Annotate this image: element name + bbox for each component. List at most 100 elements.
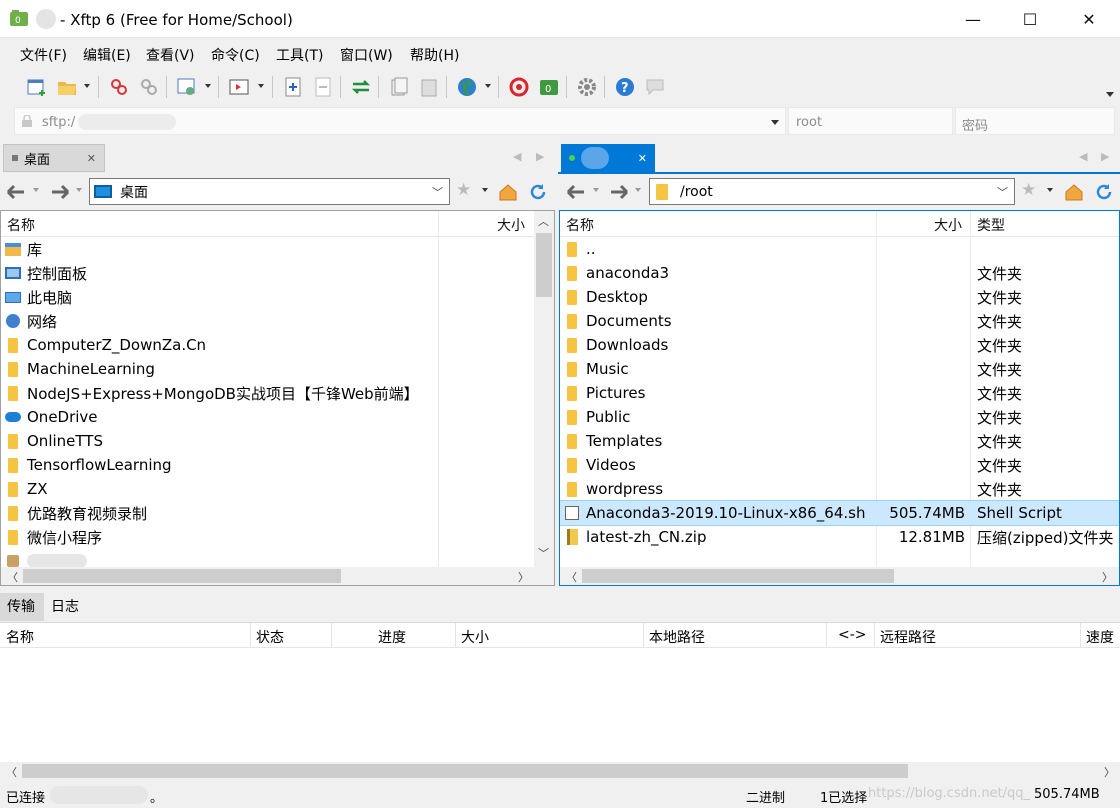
file-row[interactable]: Desktop 文件夹 bbox=[560, 285, 1119, 309]
remote-hscroll-thumb[interactable] bbox=[582, 569, 894, 583]
back-arrow-icon[interactable] bbox=[6, 182, 26, 202]
tab-close-icon[interactable]: ✕ bbox=[638, 152, 647, 165]
file-row[interactable]: anaconda3 文件夹 bbox=[560, 261, 1119, 285]
connect-icon[interactable] bbox=[108, 76, 130, 98]
toolbar-overflow-icon[interactable] bbox=[1106, 92, 1114, 97]
scroll-down-icon[interactable]: ﹀ bbox=[538, 545, 549, 561]
file-row[interactable]: 微信小程序 bbox=[1, 525, 534, 549]
file-row[interactable]: Pictures 文件夹 bbox=[560, 381, 1119, 405]
scroll-right-icon[interactable]: 〉 bbox=[518, 569, 529, 585]
xshell-icon[interactable] bbox=[508, 76, 530, 98]
column-size[interactable]: 大小 bbox=[497, 215, 525, 235]
scroll-right-icon[interactable]: 〉 bbox=[1104, 764, 1115, 780]
transfer-hscroll-thumb[interactable] bbox=[22, 764, 908, 778]
menu-file[interactable]: 文件(F) bbox=[20, 45, 67, 65]
file-row[interactable]: NodeJS+Express+MongoDB实战项目【千锋Web前端】 bbox=[1, 381, 534, 405]
column-size[interactable]: 大小 bbox=[934, 215, 962, 235]
file-row[interactable]: 网络 bbox=[1, 309, 534, 333]
close-button[interactable]: ✕ bbox=[1066, 0, 1112, 38]
menu-edit[interactable]: 编辑(E) bbox=[83, 45, 131, 65]
back-arrow-icon[interactable] bbox=[566, 182, 586, 202]
column-name[interactable]: 名称 bbox=[7, 215, 35, 235]
menu-tools[interactable]: 工具(T) bbox=[276, 45, 323, 65]
forward-arrow-icon[interactable] bbox=[609, 182, 629, 202]
globe-icon[interactable] bbox=[456, 76, 478, 98]
menu-command[interactable]: 命令(C) bbox=[211, 45, 260, 65]
column-name[interactable]: 名称 bbox=[6, 627, 34, 647]
file-row[interactable]: Videos 文件夹 bbox=[560, 453, 1119, 477]
gear-icon[interactable] bbox=[576, 76, 598, 98]
scroll-up-icon[interactable]: ︿ bbox=[538, 213, 549, 229]
bookmark-star-icon[interactable]: ★ bbox=[1021, 180, 1036, 200]
home-icon[interactable] bbox=[1064, 182, 1084, 202]
column-type[interactable]: 类型 bbox=[977, 215, 1005, 235]
forward-arrow-icon[interactable] bbox=[50, 182, 70, 202]
disconnect-icon[interactable] bbox=[138, 76, 160, 98]
file-row[interactable]: OneDrive bbox=[1, 405, 534, 429]
file-row[interactable]: wordpress 文件夹 bbox=[560, 477, 1119, 501]
scroll-right-icon[interactable]: 〉 bbox=[1102, 569, 1113, 585]
column-speed[interactable]: 速度 bbox=[1086, 627, 1114, 647]
file-row[interactable]: Documents 文件夹 bbox=[560, 309, 1119, 333]
column-direction[interactable]: <-> bbox=[838, 627, 867, 643]
file-row[interactable]: latest-zh_CN.zip 12.81MB 压缩(zipped)文件夹 bbox=[560, 525, 1119, 549]
file-row[interactable]: ComputerZ_DownZa.Cn bbox=[1, 333, 534, 357]
column-remote-path[interactable]: 远程路径 bbox=[880, 627, 936, 647]
upload-icon[interactable] bbox=[282, 76, 304, 98]
refresh-icon[interactable] bbox=[1094, 182, 1114, 202]
scroll-left-icon[interactable]: 〈 bbox=[7, 569, 18, 585]
column-local-path[interactable]: 本地路径 bbox=[649, 627, 705, 647]
file-row[interactable]: Downloads 文件夹 bbox=[560, 333, 1119, 357]
xftp-icon[interactable]: 0 bbox=[538, 76, 560, 98]
scroll-left-icon[interactable]: 〈 bbox=[6, 764, 17, 780]
file-row[interactable]: TensorflowLearning bbox=[1, 453, 534, 477]
file-row[interactable]: Public 文件夹 bbox=[560, 405, 1119, 429]
file-row[interactable]: Anaconda3-2019.10-Linux-x86_64.sh 505.74M… bbox=[560, 500, 1119, 526]
local-path-dropdown-icon[interactable]: ﹀ bbox=[432, 184, 443, 200]
open-folder-icon[interactable] bbox=[56, 76, 78, 98]
download-icon[interactable] bbox=[312, 76, 334, 98]
tab-scroll-left-icon[interactable]: ◀ bbox=[513, 150, 521, 163]
tab-remote-session[interactable]: ✕ bbox=[561, 144, 655, 172]
maximize-button[interactable]: ☐ bbox=[1007, 0, 1053, 38]
file-row[interactable]: OnlineTTS bbox=[1, 429, 534, 453]
tab-local-desktop[interactable]: 桌面 ✕ bbox=[3, 144, 105, 172]
file-row[interactable]: ZX bbox=[1, 477, 534, 501]
file-row[interactable]: .. bbox=[560, 237, 1119, 261]
menu-view[interactable]: 查看(V) bbox=[146, 45, 195, 65]
file-row[interactable]: Templates 文件夹 bbox=[560, 429, 1119, 453]
file-row[interactable]: 此电脑 bbox=[1, 285, 534, 309]
tab-log[interactable]: 日志 bbox=[51, 596, 79, 616]
remote-horizontal-scrollbar[interactable]: 〈 〉 bbox=[560, 567, 1119, 585]
new-session-icon[interactable] bbox=[26, 76, 48, 98]
local-vscroll-thumb[interactable] bbox=[536, 233, 552, 297]
terminal-icon[interactable] bbox=[228, 76, 250, 98]
refresh-icon[interactable] bbox=[528, 182, 548, 202]
tab-scroll-left-icon[interactable]: ◀ bbox=[1079, 150, 1087, 163]
home-icon[interactable] bbox=[498, 182, 518, 202]
bookmark-star-icon[interactable]: ★ bbox=[456, 180, 471, 200]
remote-path-dropdown-icon[interactable]: ﹀ bbox=[997, 184, 1008, 200]
tab-scroll-right-icon[interactable]: ▶ bbox=[1101, 150, 1109, 163]
copy-icon[interactable] bbox=[388, 76, 410, 98]
column-size[interactable]: 大小 bbox=[461, 627, 489, 647]
host-dropdown-icon[interactable] bbox=[771, 120, 779, 125]
scroll-left-icon[interactable]: 〈 bbox=[566, 569, 577, 585]
local-horizontal-scrollbar[interactable]: 〈 〉 bbox=[1, 567, 554, 585]
column-status[interactable]: 状态 bbox=[256, 627, 284, 647]
local-path-field[interactable]: 桌面 ﹀ bbox=[89, 178, 450, 205]
column-name[interactable]: 名称 bbox=[566, 215, 594, 235]
paste-icon[interactable] bbox=[418, 76, 440, 98]
local-hscroll-thumb[interactable] bbox=[23, 569, 341, 583]
menu-help[interactable]: 帮助(H) bbox=[410, 45, 459, 65]
file-row[interactable]: 优路教育视频录制 bbox=[1, 501, 534, 525]
help-icon[interactable]: ? bbox=[614, 76, 636, 98]
file-row[interactable]: Music 文件夹 bbox=[560, 357, 1119, 381]
tab-scroll-right-icon[interactable]: ▶ bbox=[536, 150, 544, 163]
column-progress[interactable]: 进度 bbox=[378, 627, 406, 647]
file-row[interactable]: MachineLearning bbox=[1, 357, 534, 381]
minimize-button[interactable]: — bbox=[950, 0, 996, 38]
sync-icon[interactable] bbox=[350, 76, 372, 98]
file-row[interactable]: 控制面板 bbox=[1, 261, 534, 285]
tab-close-icon[interactable]: ✕ bbox=[87, 152, 96, 165]
